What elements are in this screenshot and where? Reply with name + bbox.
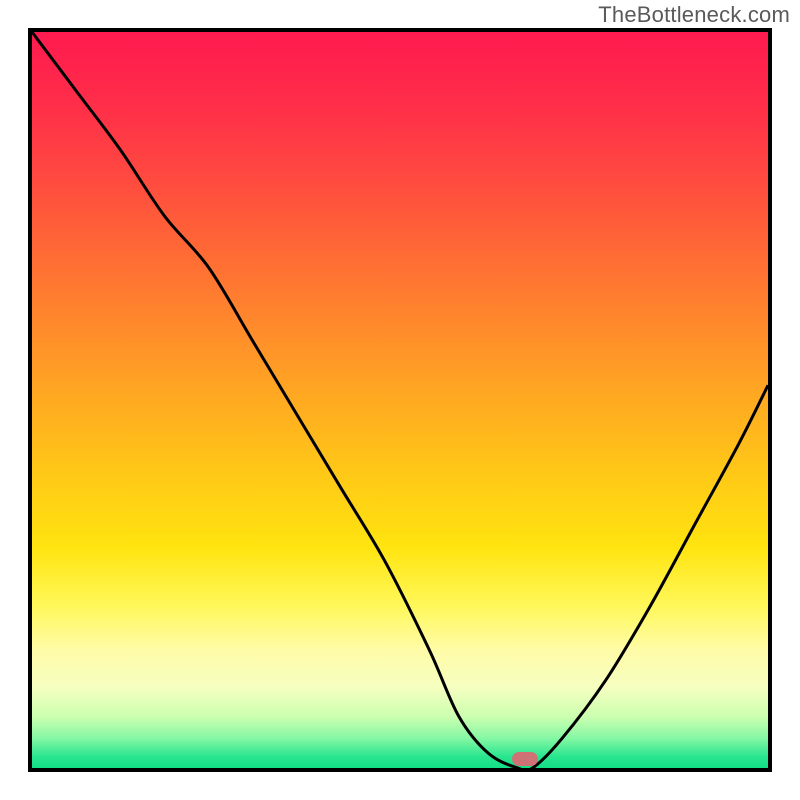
- optimal-point-marker: [512, 752, 538, 766]
- chart-container: TheBottleneck.com: [0, 0, 800, 800]
- curve-layer: [32, 32, 768, 768]
- bottleneck-curve: [32, 32, 768, 768]
- chart-frame: [28, 28, 772, 772]
- watermark-text: TheBottleneck.com: [598, 2, 790, 28]
